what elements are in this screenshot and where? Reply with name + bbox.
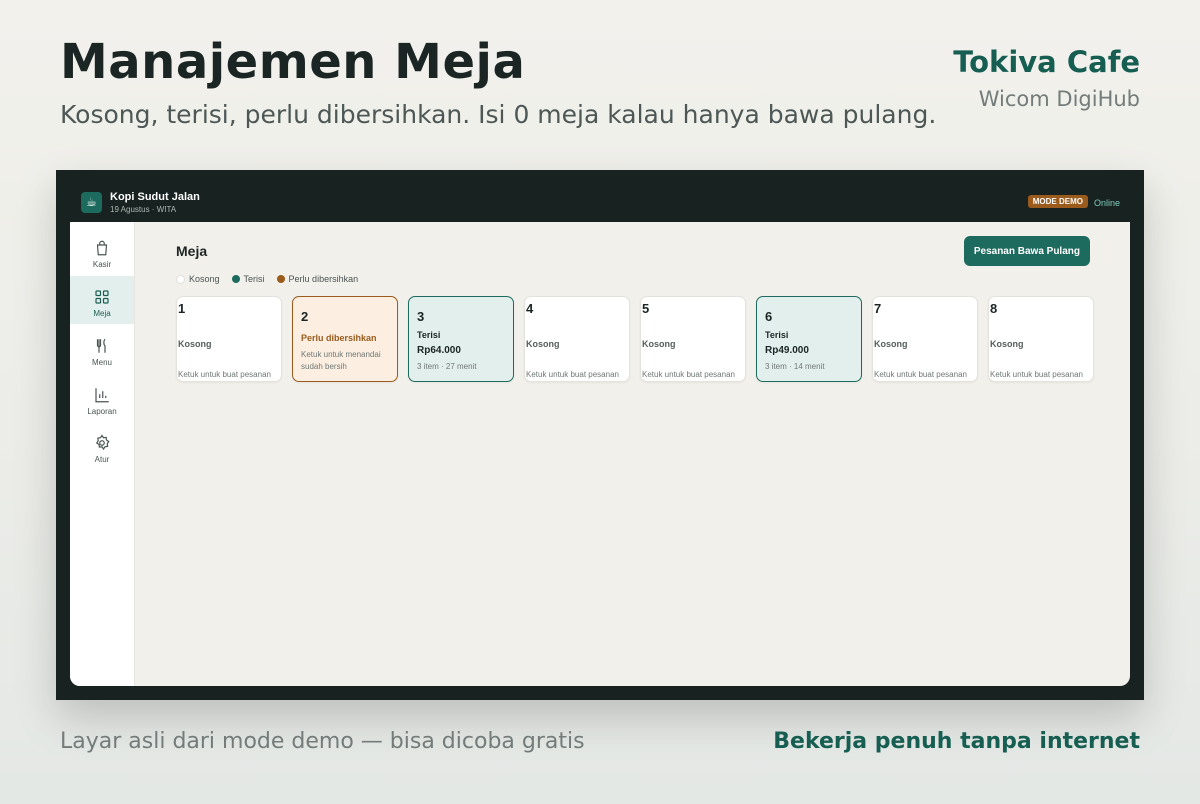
app-date: 19 Agustus · WITA	[110, 205, 177, 214]
connection-status: Online	[1093, 198, 1120, 208]
table-number: 4	[526, 301, 534, 316]
hero-subtitle: Kosong, terisi, perlu dibersihkan. Isi 0…	[60, 100, 937, 129]
table-status: Perlu dibersihkan	[301, 333, 377, 343]
footer-highlight: Bekerja penuh tanpa internet	[773, 729, 1140, 754]
legend-label: Terisi	[243, 274, 265, 284]
app-screen: Kasir Meja Menu Laporan Atur Meja Pesana…	[70, 222, 1130, 686]
table-number: 3	[417, 309, 425, 324]
takeaway-order-button[interactable]: Pesanan Bawa Pulang	[963, 236, 1090, 266]
app-window-frame: ☕ Kopi Sudut Jalan 19 Agustus · WITA MOD…	[56, 170, 1144, 700]
table-meta: 3 item · 14 menit	[765, 362, 825, 371]
table-status: Kosong	[990, 339, 1024, 349]
grid-icon	[95, 290, 109, 304]
legend-swatch	[176, 274, 185, 284]
page-title: Meja	[176, 243, 208, 259]
table-card[interactable]: 1 Kosong Ketuk untuk buat pesanan	[176, 296, 282, 382]
coffee-cup-icon: ☕	[81, 192, 102, 213]
legend-swatch	[231, 275, 240, 283]
hero-title: Manajemen Meja	[60, 34, 526, 90]
brand-tagline: Wicom DigiHub	[978, 87, 1140, 111]
sidebar-item-label: Atur	[94, 455, 110, 464]
sidebar-item-label: Laporan	[87, 407, 117, 416]
table-card[interactable]: 5 Kosong Ketuk untuk buat pesanan	[640, 296, 746, 382]
table-hint: Ketuk untuk buat pesanan	[642, 370, 735, 379]
table-card[interactable]: 4 Kosong Ketuk untuk buat pesanan	[524, 296, 630, 382]
legend-item-terisi: Terisi	[231, 274, 265, 284]
table-card[interactable]: 2 Perlu dibersihkan Ketuk untuk menandai…	[292, 296, 398, 382]
table-status: Terisi	[417, 330, 441, 340]
table-number: 5	[642, 301, 650, 316]
table-number: 1	[178, 301, 186, 316]
legend-item-kosong: Kosong	[176, 274, 220, 284]
table-status: Kosong	[874, 339, 908, 349]
footer-note: Layar asli dari mode demo — bisa dicoba …	[60, 729, 585, 754]
brand-block: Tokiva Cafe Wicom DigiHub	[953, 45, 1140, 111]
table-card[interactable]: 3 Terisi Rp64.000 3 item · 27 menit	[408, 296, 514, 382]
brand-name: Tokiva Cafe	[953, 45, 1140, 79]
bar-chart-icon	[95, 388, 109, 403]
sidebar-item-meja[interactable]: Meja	[70, 276, 134, 324]
gear-icon	[95, 434, 110, 451]
sidebar-item-label: Kasir	[92, 260, 112, 269]
sidebar-item-atur[interactable]: Atur	[70, 422, 134, 470]
demo-mode-badge: MODE DEMO	[1027, 195, 1088, 208]
main-content: Meja Pesanan Bawa Pulang Kosong Terisi P…	[134, 222, 1130, 686]
table-number: 6	[765, 309, 773, 324]
utensils-icon	[96, 338, 106, 353]
table-number: 7	[874, 301, 882, 316]
table-status: Terisi	[765, 330, 789, 340]
app-name: Kopi Sudut Jalan	[110, 191, 200, 203]
legend-swatch	[276, 275, 285, 283]
table-status: Kosong	[642, 339, 676, 349]
sidebar-item-label: Meja	[93, 309, 111, 318]
sidebar-item-label: Menu	[91, 358, 112, 367]
table-hint: Ketuk untuk buat pesanan	[178, 370, 271, 379]
table-hint: Ketuk untuk menandai sudah bersih	[301, 350, 381, 371]
table-card[interactable]: 7 Kosong Ketuk untuk buat pesanan	[872, 296, 978, 382]
table-card[interactable]: 6 Terisi Rp49.000 3 item · 14 menit	[756, 296, 862, 382]
table-meta: 3 item · 27 menit	[417, 362, 477, 371]
table-amount: Rp64.000	[417, 345, 461, 356]
table-status: Kosong	[526, 339, 560, 349]
sidebar: Kasir Meja Menu Laporan Atur	[70, 222, 135, 686]
sidebar-item-menu[interactable]: Menu	[70, 325, 134, 373]
table-status: Kosong	[178, 339, 212, 349]
table-amount: Rp49.000	[765, 345, 809, 356]
table-card[interactable]: 8 Kosong Ketuk untuk buat pesanan	[988, 296, 1094, 382]
legend-item-perlu-dibersihkan: Perlu dibersihkan	[276, 274, 359, 284]
table-grid: 1 Kosong Ketuk untuk buat pesanan 2 Perl…	[176, 296, 1094, 382]
status-legend: Kosong Terisi Perlu dibersihkan	[176, 274, 358, 284]
sidebar-item-laporan[interactable]: Laporan	[70, 374, 134, 422]
sidebar-item-kasir[interactable]: Kasir	[70, 227, 134, 275]
legend-label: Kosong	[189, 274, 220, 284]
table-hint: Ketuk untuk buat pesanan	[874, 370, 967, 379]
legend-label: Perlu dibersihkan	[288, 274, 359, 284]
app-header: ☕ Kopi Sudut Jalan 19 Agustus · WITA MOD…	[70, 170, 1130, 222]
table-number: 8	[990, 301, 998, 316]
table-hint: Ketuk untuk buat pesanan	[526, 370, 619, 379]
table-hint: Ketuk untuk buat pesanan	[990, 370, 1083, 379]
table-number: 2	[301, 309, 309, 324]
shopping-bag-icon	[96, 240, 108, 256]
